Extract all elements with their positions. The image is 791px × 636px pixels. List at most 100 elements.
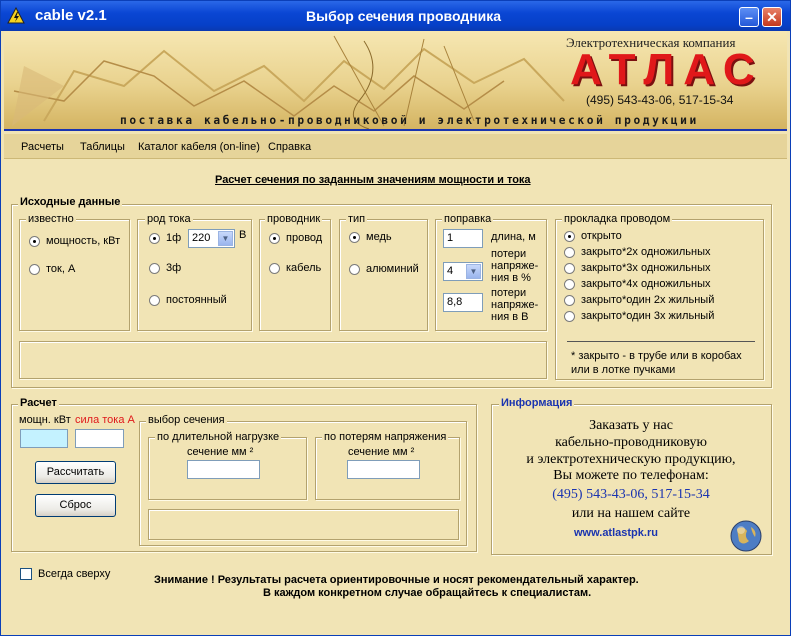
radio-laying-one-2core[interactable]: закрыто*один 2х жильный	[564, 294, 714, 306]
radio-dc[interactable]: постоянный	[149, 294, 227, 306]
by-load-title: по длительной нагрузке	[155, 431, 282, 443]
radio-laying-label: открыто	[581, 230, 622, 242]
material-title: тип	[346, 213, 368, 225]
radio-button-icon	[564, 278, 575, 290]
menu-item-help[interactable]: Справка	[268, 141, 311, 153]
warning-line-1: Знимание ! Результаты расчета ориентиров…	[154, 574, 639, 586]
always-on-top-label: Всегда сверху	[38, 568, 111, 580]
by-load-section-output	[187, 460, 260, 479]
radio-laying-label: закрыто*3х одножильных	[581, 262, 711, 274]
radio-wire-label: провод	[286, 232, 323, 244]
radio-button-icon	[349, 231, 360, 243]
radio-copper[interactable]: медь	[349, 231, 392, 243]
chevron-down-icon[interactable]: ▼	[218, 231, 233, 246]
by-loss-section-output	[347, 460, 420, 479]
radio-laying-3x-single[interactable]: закрыто*3х одножильных	[564, 262, 710, 274]
laying-separator	[567, 341, 755, 342]
menu-bar: Расчеты Таблицы Каталог кабеля (on-line)…	[4, 134, 787, 159]
section-selection-title: выбор сечения	[146, 414, 227, 426]
by-loss-section-label: сечение мм ²	[348, 446, 415, 458]
radio-laying-one-3core[interactable]: закрыто*один 3х жильный	[564, 310, 714, 322]
radio-3-phase-label: 3ф	[166, 262, 182, 274]
radio-laying-open[interactable]: открыто	[564, 230, 622, 242]
laying-title: прокладка проводом	[562, 213, 673, 225]
brand-logo: АТЛАС	[570, 45, 764, 94]
menu-item-cable-catalog[interactable]: Каталог кабеля (on-line)	[138, 141, 260, 153]
info-phones: (495) 543-43-06, 517-15-34	[552, 487, 710, 502]
by-loss-title: по потерям напряжения	[322, 431, 449, 443]
radio-laying-label: закрыто*один 2х жильный	[581, 294, 715, 306]
power-input[interactable]	[20, 429, 68, 448]
calculation-title: Расчет	[18, 397, 59, 409]
radio-aluminium[interactable]: алюминий	[349, 263, 419, 275]
radio-laying-label: закрыто*один 3х жильный	[581, 310, 715, 322]
radio-laying-2x-single[interactable]: закрыто*2х одножильных	[564, 246, 710, 258]
always-on-top-checkbox[interactable]	[20, 568, 32, 580]
radio-button-icon	[564, 262, 575, 274]
radio-button-icon	[149, 294, 160, 306]
current-kind-title: род тока	[145, 213, 193, 225]
radio-button-icon	[149, 262, 160, 274]
radio-laying-4x-single[interactable]: закрыто*4х одножильных	[564, 278, 710, 290]
title-bar[interactable]: cable v2.1 Выбор сечения проводника – ✕	[1, 1, 790, 31]
radio-laying-label: закрыто*4х одножильных	[581, 278, 711, 290]
loss-volt-input[interactable]: 8,8	[443, 293, 483, 312]
voltage-unit: В	[239, 229, 247, 241]
radio-1-phase[interactable]: 1ф	[149, 232, 181, 244]
status-message-box	[19, 341, 547, 379]
close-button[interactable]: ✕	[762, 7, 782, 27]
radio-dc-label: постоянный	[166, 294, 227, 306]
warning-line-2: В каждом конкретном случае обращайтесь к…	[263, 587, 592, 599]
radio-copper-label: медь	[366, 231, 392, 243]
banner-phones: (495) 543-43-06, 517-15-34	[586, 93, 734, 107]
app-title: cable v2.1	[35, 7, 107, 24]
radio-button-icon	[349, 263, 360, 275]
info-title: Информация	[499, 397, 575, 409]
radio-cable[interactable]: кабель	[269, 262, 321, 274]
radio-cable-label: кабель	[286, 262, 322, 274]
radio-button-icon	[564, 294, 575, 306]
radio-laying-label: закрыто*2х одножильных	[581, 246, 711, 258]
menu-item-calculations[interactable]: Расчеты	[21, 141, 64, 153]
radio-button-icon	[29, 235, 40, 247]
length-label: длина, м	[491, 231, 536, 243]
loss-volt-label: потери напряже-ния в В	[491, 287, 539, 323]
info-or-site: или на нашем сайте	[571, 506, 691, 521]
radio-button-icon	[564, 246, 575, 258]
radio-button-icon	[269, 262, 280, 274]
loss-percent-value: 4	[447, 265, 454, 277]
loss-percent-label: потери напряже-ния в %	[491, 248, 539, 284]
radio-button-icon	[29, 263, 40, 275]
radio-power[interactable]: мощность, кВт	[29, 235, 120, 247]
radio-3-phase[interactable]: 3ф	[149, 262, 181, 274]
length-input[interactable]: 1	[443, 229, 483, 248]
window-title: Выбор сечения проводника	[306, 8, 502, 24]
correction-title: поправка	[442, 213, 494, 225]
current-input[interactable]	[75, 429, 124, 448]
reset-button[interactable]: Сброс	[35, 494, 116, 517]
page-title: Расчет сечения по заданным значениям мощ…	[215, 174, 531, 186]
radio-current[interactable]: ток, А	[29, 263, 75, 275]
radio-button-icon	[564, 310, 575, 322]
current-label: сила тока А	[75, 414, 135, 426]
voltage-select[interactable]: 220 ▼	[188, 229, 235, 248]
globe-icon	[730, 520, 762, 552]
minimize-button[interactable]: –	[739, 7, 759, 27]
menu-item-tables[interactable]: Таблицы	[80, 141, 125, 153]
chevron-down-icon[interactable]: ▼	[466, 264, 481, 279]
radio-wire[interactable]: провод	[269, 232, 322, 244]
power-label: мощн. кВт	[19, 414, 71, 426]
result-message-box	[148, 509, 459, 540]
initial-data-title: Исходные данные	[18, 196, 123, 208]
radio-power-label: мощность, кВт	[46, 235, 121, 247]
by-load-section-label: сечение мм ²	[187, 446, 254, 458]
radio-aluminium-label: алюминий	[366, 263, 419, 275]
website-link[interactable]: www.atlastpk.ru	[574, 527, 658, 539]
radio-1-phase-label: 1ф	[166, 232, 182, 244]
calculate-button[interactable]: Рассчитать	[35, 461, 116, 484]
loss-percent-select[interactable]: 4 ▼	[443, 262, 483, 281]
lightning-icon	[7, 7, 25, 24]
radio-button-icon	[564, 230, 575, 242]
laying-note: * закрыто - в трубе или в коробах или в …	[571, 350, 742, 376]
conductor-title: проводник	[265, 213, 323, 225]
